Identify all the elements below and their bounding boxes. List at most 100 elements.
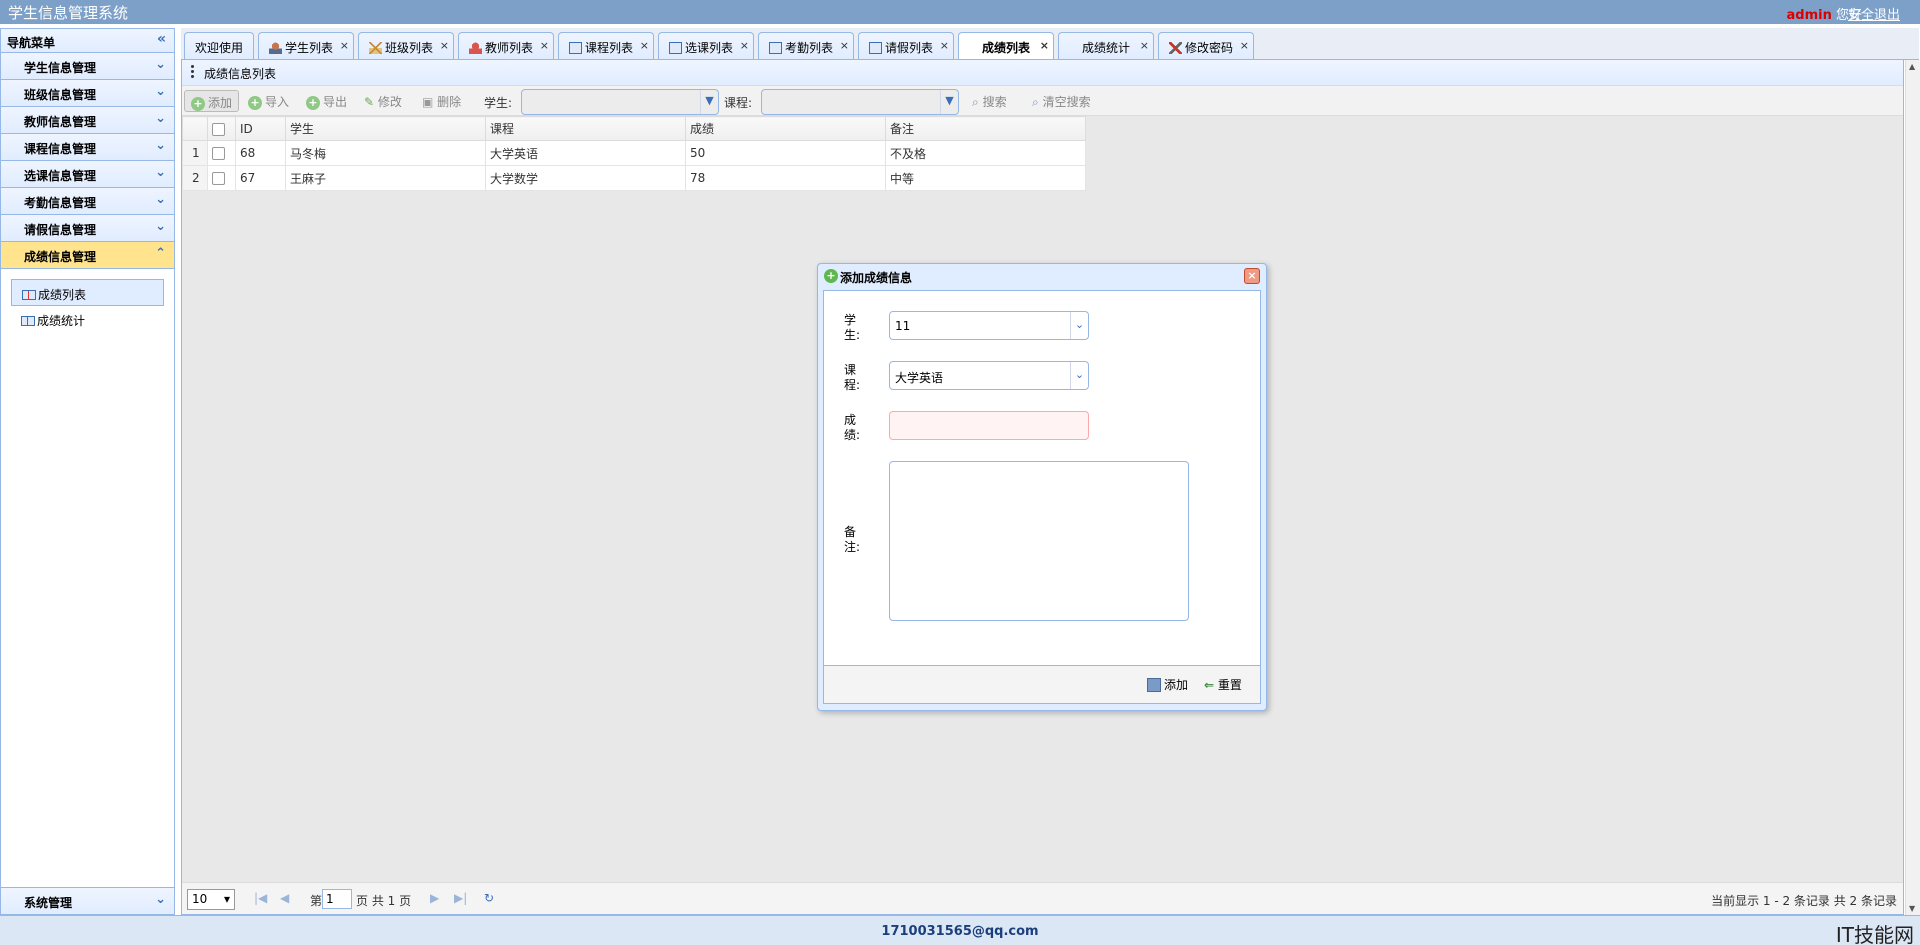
tab-teacher-list[interactable]: 教师列表 ×: [458, 32, 554, 59]
cell-score: 78: [685, 165, 886, 191]
close-icon[interactable]: ×: [440, 39, 449, 52]
tab-class-list[interactable]: 班级列表 ×: [358, 32, 454, 59]
subitem-score-list[interactable]: 成绩列表: [11, 279, 164, 306]
sidebar-item-score[interactable]: 成绩信息管理 ⌃: [1, 242, 174, 269]
student-select[interactable]: 11 ⌄: [889, 311, 1089, 340]
close-icon[interactable]: ×: [540, 39, 549, 52]
search-button[interactable]: ⌕ 搜索: [966, 90, 1013, 112]
table-row[interactable]: 1 68 马冬梅 大学英语 50 不及格: [182, 140, 1086, 166]
chevron-down-icon: ⌄: [155, 111, 166, 126]
col-course[interactable]: 课程: [485, 116, 686, 141]
tab-label: 课程列表: [584, 41, 633, 55]
logout-link[interactable]: 安全退出: [1848, 4, 1900, 23]
subitem-score-stats[interactable]: 成绩统计: [11, 306, 164, 333]
refresh-icon[interactable]: ↻: [484, 891, 494, 905]
import-button[interactable]: + 导入: [242, 90, 295, 112]
tab-selection-list[interactable]: 选课列表 ×: [658, 32, 754, 59]
select-all-header[interactable]: [207, 116, 236, 141]
tab-label: 欢迎使用: [194, 41, 243, 55]
row-checkbox-cell[interactable]: [207, 140, 236, 166]
import-label: 导入: [265, 95, 290, 109]
user-icon: [268, 42, 282, 54]
page-suffix: 页 共 1 页: [356, 894, 412, 908]
course-filter-select[interactable]: ▼: [761, 89, 959, 115]
sidebar-item-teacher[interactable]: 教师信息管理 ⌄: [1, 107, 174, 134]
course-select[interactable]: 大学英语 ⌄: [889, 361, 1089, 390]
next-page-icon[interactable]: ▶: [430, 891, 439, 905]
remark-textarea[interactable]: [889, 461, 1189, 621]
col-student[interactable]: 学生: [285, 116, 486, 141]
close-icon[interactable]: ×: [340, 39, 349, 52]
page-size-select[interactable]: 10 ▾: [187, 889, 235, 910]
page-number-input[interactable]: 1: [322, 889, 352, 909]
export-button[interactable]: + 导出: [300, 90, 353, 112]
dialog-reset-label: 重置: [1217, 678, 1242, 692]
tab-label: 学生列表: [284, 41, 333, 55]
dialog-reset-button[interactable]: ⇐ 重置: [1204, 676, 1242, 693]
chevron-down-icon: ⌄: [155, 138, 166, 153]
dialog-header: + 添加成绩信息 ×: [818, 264, 1266, 290]
delete-button[interactable]: ▣ 删除: [416, 90, 467, 112]
sidebar-item-student[interactable]: 学生信息管理 ⌄: [1, 53, 174, 80]
edit-button[interactable]: ✎ 修改: [358, 90, 408, 112]
sidebar-item-attendance[interactable]: 考勤信息管理 ⌄: [1, 188, 174, 215]
chevron-down-icon: ▾: [223, 892, 230, 906]
vertical-scrollbar[interactable]: ▲ ▼: [1905, 60, 1920, 915]
dialog-title: 添加成绩信息: [840, 271, 913, 285]
sidebar-item-label: 系统管理: [24, 896, 73, 910]
table-row[interactable]: 2 67 王麻子 大学数学 78 中等: [182, 165, 1086, 191]
col-id[interactable]: ID: [235, 116, 286, 141]
scroll-up-icon[interactable]: ▲: [1909, 62, 1915, 71]
cell-student: 王麻子: [285, 165, 486, 191]
tab-attendance-list[interactable]: 考勤列表 ×: [758, 32, 854, 59]
close-icon[interactable]: ×: [1040, 39, 1049, 52]
select-all-checkbox[interactable]: [212, 122, 225, 136]
search-icon: ⌕: [972, 95, 979, 109]
first-page-icon[interactable]: |◀: [254, 891, 267, 905]
sidebar-item-class[interactable]: 班级信息管理 ⌄: [1, 80, 174, 107]
row-checkbox[interactable]: [212, 172, 225, 185]
sidebar-item-label: 课程信息管理: [24, 142, 97, 156]
dialog-footer: 添加 ⇐ 重置: [823, 666, 1261, 704]
tab-change-password[interactable]: 修改密码 ×: [1158, 32, 1254, 59]
close-icon[interactable]: ×: [1140, 39, 1149, 52]
student-filter-select[interactable]: ▼: [521, 89, 719, 115]
prev-page-icon[interactable]: ◀: [280, 891, 289, 905]
close-icon[interactable]: ×: [1240, 39, 1249, 52]
add-button[interactable]: + 添加: [184, 90, 240, 112]
tab-student-list[interactable]: 学生列表 ×: [258, 32, 354, 59]
scroll-down-icon[interactable]: ▼: [1909, 904, 1915, 913]
score-grid: ID 学生 课程 成绩 备注 1 68 马冬梅 大学英语 50 不及格 2 67…: [182, 116, 1903, 191]
tab-label: 请假列表: [884, 41, 933, 55]
row-checkbox-cell[interactable]: [207, 165, 236, 191]
close-icon[interactable]: ×: [640, 39, 649, 52]
grip-icon: [191, 65, 195, 79]
clear-search-button[interactable]: ⌕ 清空搜索: [1026, 90, 1097, 112]
cell-score: 50: [685, 140, 886, 166]
tab-score-stats[interactable]: 成绩统计 ×: [1058, 32, 1154, 59]
col-remark[interactable]: 备注: [885, 116, 1086, 141]
tab-leave-list[interactable]: 请假列表 ×: [858, 32, 954, 59]
sidebar-item-system[interactable]: 系统管理 ⌄: [1, 887, 174, 914]
tab-welcome[interactable]: 欢迎使用: [184, 32, 254, 59]
close-icon[interactable]: ×: [740, 39, 749, 52]
close-icon[interactable]: ×: [940, 39, 949, 52]
sidebar-item-course[interactable]: 课程信息管理 ⌄: [1, 134, 174, 161]
dialog-add-button[interactable]: 添加: [1147, 676, 1188, 693]
toolbar: + 添加 + 导入 + 导出 ✎ 修改 ▣ 删除 学生: ▼ 课程: ▼ ⌕ 搜索 ⌕…: [182, 86, 1903, 116]
close-icon[interactable]: ×: [1244, 268, 1260, 284]
cell-student: 马冬梅: [285, 140, 486, 166]
trash-icon: ▣: [422, 95, 434, 109]
row-checkbox[interactable]: [212, 147, 225, 160]
collapse-left-icon[interactable]: «: [157, 31, 166, 47]
score-input[interactable]: [889, 411, 1089, 440]
tab-score-list[interactable]: 成绩列表 ×: [958, 32, 1054, 59]
sidebar-item-leave[interactable]: 请假信息管理 ⌄: [1, 215, 174, 242]
pagination-bar: 10 ▾ |◀ ◀ 第 1 页 共 1 页 ▶ ▶| ↻ 当前显示 1 - 2 …: [182, 882, 1903, 914]
sidebar-item-selection[interactable]: 选课信息管理 ⌄: [1, 161, 174, 188]
tab-course-list[interactable]: 课程列表 ×: [558, 32, 654, 59]
close-icon[interactable]: ×: [840, 39, 849, 52]
plus-icon: +: [191, 97, 205, 111]
col-score[interactable]: 成绩: [685, 116, 886, 141]
last-page-icon[interactable]: ▶|: [454, 891, 467, 905]
